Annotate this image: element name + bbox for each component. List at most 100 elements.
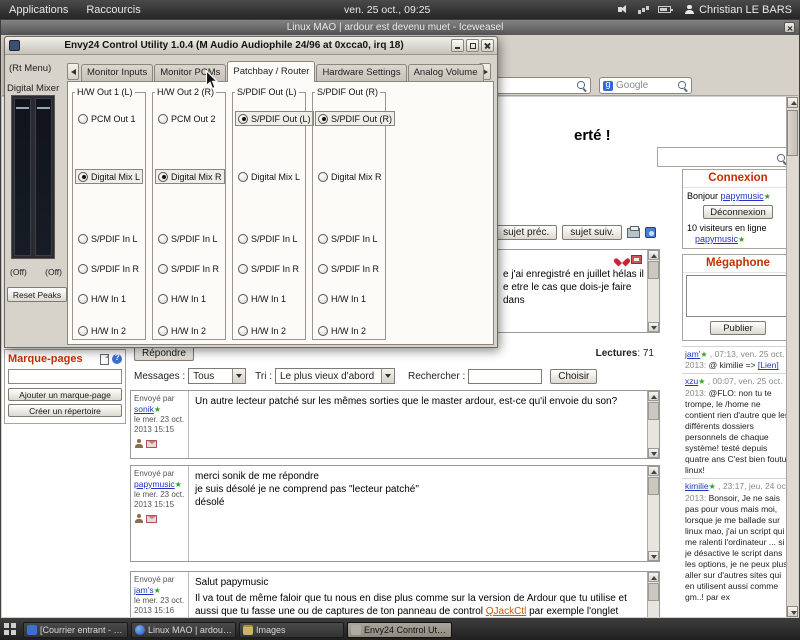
scroll-down-icon[interactable]: [648, 551, 659, 561]
scroll-thumb[interactable]: [787, 110, 798, 156]
messages-select[interactable]: Tous: [188, 368, 246, 384]
reply-button[interactable]: Répondre: [134, 346, 194, 361]
c2-radio-hw-in-1[interactable]: H/W In 1: [155, 291, 209, 306]
post-scrollbar[interactable]: [647, 250, 659, 332]
shortcuts-menu[interactable]: Raccourcis: [77, 0, 149, 19]
sort-select[interactable]: Le plus vieux d'abord: [275, 368, 395, 384]
c4-radio-spdif-out-r[interactable]: S/PDIF Out (R): [315, 111, 395, 126]
avatar-icon[interactable]: [134, 514, 143, 523]
thread-search-input[interactable]: [468, 369, 542, 384]
c2-radio-spdif-in-l[interactable]: S/PDIF In L: [155, 231, 221, 246]
c1-radio-pcm-out-1[interactable]: PCM Out 1: [75, 111, 139, 126]
logout-button[interactable]: Déconnexion: [703, 205, 773, 219]
c1-radio-spdif-in-r[interactable]: S/PDIF In R: [75, 261, 142, 276]
tab-patchbay-router[interactable]: Patchbay / Router: [227, 61, 315, 82]
c3-radio-spdif-in-l[interactable]: S/PDIF In L: [235, 231, 301, 246]
c4-radio-spdif-in-r[interactable]: S/PDIF In R: [315, 261, 382, 276]
scroll-thumb[interactable]: [648, 583, 659, 601]
task-images[interactable]: Images: [239, 622, 344, 638]
email-icon[interactable]: [645, 227, 656, 238]
post-author-link[interactable]: papymusic: [134, 479, 175, 489]
chat-author-link[interactable]: kimilie: [685, 481, 709, 491]
window-list-icon[interactable]: [4, 623, 17, 636]
chat-link[interactable]: [Lien]: [758, 360, 779, 370]
current-user-link[interactable]: papymusic: [721, 191, 764, 201]
page-icon[interactable]: [100, 354, 109, 365]
choisir-button[interactable]: Choisir: [550, 369, 597, 384]
page-scrollbar[interactable]: [786, 97, 798, 617]
megaphone-input[interactable]: [686, 275, 790, 317]
search-icon[interactable]: [677, 80, 688, 91]
online-user-link[interactable]: papymusic: [695, 234, 738, 244]
task-browser[interactable]: Linux MAO | ardour ...: [131, 622, 236, 638]
network-icon[interactable]: [638, 5, 649, 14]
scroll-up-icon[interactable]: [648, 572, 659, 582]
c3-radio-hw-in-2[interactable]: H/W In 2: [235, 323, 289, 338]
clock[interactable]: ven. 25 oct., 09:25: [344, 4, 430, 16]
minimize-button[interactable]: [451, 39, 464, 52]
reset-peaks-button[interactable]: Reset Peaks: [7, 287, 67, 302]
scroll-up-icon[interactable]: [648, 391, 659, 401]
c3-radio-spdif-in-r[interactable]: S/PDIF In R: [235, 261, 302, 276]
c3-radio-spdif-out-l[interactable]: S/PDIF Out (L): [235, 111, 314, 126]
print-icon[interactable]: [627, 228, 640, 238]
search-bar[interactable]: Google: [599, 77, 692, 94]
c2-radio-hw-in-2[interactable]: H/W In 2: [155, 323, 209, 338]
c3-radio-hw-in-1[interactable]: H/W In 1: [235, 291, 289, 306]
tab-hardware-settings[interactable]: Hardware Settings: [316, 64, 406, 81]
volume-icon[interactable]: [618, 4, 629, 15]
c3-radio-digital-mix-l[interactable]: Digital Mix L: [235, 169, 303, 184]
scroll-thumb[interactable]: [648, 261, 659, 279]
browser-close-button[interactable]: [784, 22, 795, 33]
c2-radio-digital-mix-r[interactable]: Digital Mix R: [155, 169, 225, 184]
battery-icon[interactable]: [658, 6, 671, 13]
maximize-button[interactable]: [466, 39, 479, 52]
email-icon[interactable]: [146, 515, 157, 523]
browser-titlebar[interactable]: Linux MAO | ardour est devenu muet - Ice…: [1, 20, 799, 35]
c2-radio-spdif-in-r[interactable]: S/PDIF In R: [155, 261, 222, 276]
task-mail[interactable]: [Courrier entrant - c...: [23, 622, 128, 638]
heart-icon[interactable]: [617, 255, 627, 264]
avatar-icon[interactable]: [134, 439, 143, 448]
post-scrollbar[interactable]: [647, 572, 659, 617]
scroll-up-icon[interactable]: [648, 466, 659, 476]
c1-radio-digital-mix-l[interactable]: Digital Mix L: [75, 169, 143, 184]
next-topic-button[interactable]: sujet suiv.: [562, 225, 622, 240]
go-search-icon[interactable]: [576, 80, 587, 91]
add-bookmark-button[interactable]: Ajouter un marque-page: [8, 388, 122, 401]
chat-author-link[interactable]: xzu: [685, 376, 698, 386]
close-button[interactable]: [481, 39, 494, 52]
help-icon[interactable]: [112, 354, 122, 364]
chat-author-link[interactable]: jam': [685, 349, 700, 359]
prev-topic-button[interactable]: sujet préc.: [495, 225, 557, 240]
scroll-thumb[interactable]: [648, 402, 659, 420]
email-icon[interactable]: [146, 440, 157, 448]
c4-radio-spdif-in-l[interactable]: S/PDIF In L: [315, 231, 381, 246]
c1-radio-hw-in-1[interactable]: H/W In 1: [75, 291, 129, 306]
task-envy24[interactable]: Envy24 Control Utilit...: [347, 622, 452, 638]
tabs-scroll-left-button[interactable]: [67, 63, 79, 80]
tab-monitor-inputs[interactable]: Monitor Inputs: [81, 64, 153, 81]
c4-radio-digital-mix-r[interactable]: Digital Mix R: [315, 169, 385, 184]
c4-radio-hw-in-2[interactable]: H/W In 2: [315, 323, 369, 338]
envy24-titlebar[interactable]: Envy24 Control Utility 1.0.4 (M Audio Au…: [5, 37, 497, 55]
publish-button[interactable]: Publier: [710, 321, 766, 335]
scroll-down-icon[interactable]: [787, 606, 798, 617]
scroll-up-icon[interactable]: [648, 250, 659, 260]
scroll-thumb[interactable]: [648, 477, 659, 495]
post-scrollbar[interactable]: [647, 391, 659, 458]
scroll-down-icon[interactable]: [648, 322, 659, 332]
scroll-up-icon[interactable]: [787, 97, 798, 108]
c1-radio-hw-in-2[interactable]: H/W In 2: [75, 323, 129, 338]
c4-radio-hw-in-1[interactable]: H/W In 1: [315, 291, 369, 306]
scroll-down-icon[interactable]: [648, 448, 659, 458]
tab-analog-volume[interactable]: Analog Volume: [408, 64, 484, 81]
bookmark-name-input[interactable]: [8, 369, 122, 384]
qjackctl-link[interactable]: QJackCtl: [486, 606, 527, 617]
site-search-box[interactable]: [657, 147, 790, 167]
user-menu[interactable]: Christian LE BARS: [680, 4, 796, 16]
printer-icon[interactable]: [631, 255, 642, 264]
post-scrollbar[interactable]: [647, 466, 659, 561]
post-author-link[interactable]: jam's: [134, 585, 154, 595]
create-folder-button[interactable]: Créer un répertoire: [8, 404, 122, 417]
